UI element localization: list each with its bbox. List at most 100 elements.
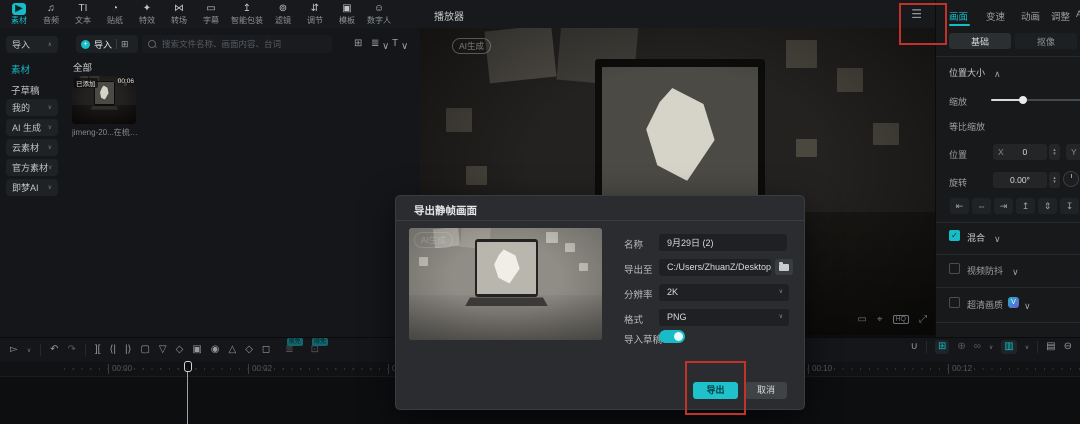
subtab-cutout[interactable]: 抠像 xyxy=(1015,33,1077,49)
divider xyxy=(1037,341,1038,353)
chevron-down-icon: ∨ xyxy=(989,344,993,351)
divider xyxy=(116,39,117,49)
align-top-icon[interactable]: ↥ xyxy=(1016,198,1035,214)
browse-folder-button[interactable] xyxy=(775,259,793,275)
player-menu-icon[interactable]: ☰ xyxy=(911,7,922,21)
sidebar-item-material[interactable]: 素材 xyxy=(11,62,30,76)
trim-left-icon[interactable]: ⟨| xyxy=(109,345,116,355)
format-select[interactable]: PNG ∨ xyxy=(659,309,789,326)
toolbar-item-transitions[interactable]: ⋈转场 xyxy=(164,3,194,25)
chroma-key-icon[interactable]: ◇ xyxy=(176,345,184,355)
toolbar-item-sticker[interactable]: ◔贴纸 xyxy=(100,3,130,25)
mirror-icon[interactable]: △ xyxy=(229,345,237,355)
resolution-select[interactable]: 2K ∨ xyxy=(659,284,789,301)
export-path-field[interactable]: C:/Users/ZhuanZ/Desktop/202... xyxy=(659,259,771,276)
ratio-crop-icon[interactable]: ◻ xyxy=(262,345,270,355)
media-clip-thumbnail[interactable]: 已添加 00:06 xyxy=(72,76,136,124)
tab-ai[interactable]: AI xyxy=(1076,9,1080,20)
zoom-out-icon[interactable]: ⊖ xyxy=(1064,342,1072,352)
fullscreen-icon[interactable]: ⤢ xyxy=(919,314,927,325)
linkage-icon[interactable]: ∞ xyxy=(974,342,981,352)
toolbar-item-filters[interactable]: ⊚滤镜 xyxy=(268,3,298,25)
sidebar-item-mine[interactable]: 我的∨ xyxy=(6,99,58,116)
stabilize-checkbox[interactable] xyxy=(949,263,960,274)
search-input[interactable] xyxy=(160,38,326,50)
undo-icon[interactable]: ↶ xyxy=(50,345,58,355)
align-center-vertical-icon[interactable]: ⇕ xyxy=(1038,198,1057,214)
smart-captions-icon[interactable]: ≣限免 xyxy=(285,345,293,355)
ai-edit-icon[interactable]: ⊡限免 xyxy=(311,345,319,355)
ruler-label: 00:12 xyxy=(948,364,972,374)
import-button[interactable]: + 导入 ⊞ xyxy=(76,35,138,53)
align-left-icon[interactable]: ⇤ xyxy=(950,198,969,214)
import-source-dropdown[interactable]: 导入∧ xyxy=(6,36,58,53)
import-draft-toggle[interactable] xyxy=(659,330,685,343)
delete-icon[interactable]: ▢ xyxy=(140,345,149,355)
chevron-down-icon: ∨ xyxy=(48,164,52,171)
main-track-magnet-icon[interactable]: ⊞ xyxy=(935,340,949,354)
player-title: 播放器 xyxy=(434,8,464,23)
all-filter-tab[interactable]: 全部 xyxy=(73,60,92,74)
mask-icon[interactable]: ▽ xyxy=(159,345,167,355)
scale-slider[interactable] xyxy=(991,99,1080,101)
tab-animation[interactable]: 动画 xyxy=(1021,9,1040,23)
sidebar-item-ai-generate[interactable]: AI 生成∨ xyxy=(6,119,58,136)
toolbar-item-effects[interactable]: ✦特效 xyxy=(132,3,162,25)
align-center-horizontal-icon[interactable]: ⇔ xyxy=(972,198,991,214)
uhd-checkbox[interactable] xyxy=(949,297,960,308)
chevron-down-icon: ∨ xyxy=(48,104,52,111)
cancel-button[interactable]: 取消 xyxy=(745,382,787,399)
rotation-stepper[interactable]: ▴▾ xyxy=(1049,172,1060,188)
section-position-size[interactable]: 位置大小 xyxy=(949,66,985,79)
crop-icon[interactable]: ▣ xyxy=(192,345,201,355)
toolbar-item-digital-human[interactable]: ☺数字人 xyxy=(364,3,394,25)
redo-icon[interactable]: ↷ xyxy=(68,345,76,355)
split-icon[interactable]: ][ xyxy=(95,345,101,355)
rotation-field[interactable]: 0.00° xyxy=(993,172,1047,188)
microphone-icon[interactable]: ∪ xyxy=(911,342,918,352)
sidebar-item-official[interactable]: 官方素材∨ xyxy=(6,159,58,176)
toolbar-item-smart-package[interactable]: ↥智能包装 xyxy=(228,3,266,25)
blend-checkbox[interactable]: ✓ xyxy=(949,230,960,241)
reverse-icon[interactable]: ◉ xyxy=(211,345,220,355)
rotation-dial[interactable] xyxy=(1063,171,1079,187)
divider xyxy=(40,344,41,356)
toolbar-item-captions[interactable]: ▭字幕 xyxy=(196,3,226,25)
position-y-field[interactable]: Y xyxy=(1066,144,1080,160)
export-name-input[interactable] xyxy=(659,234,787,251)
split-view-icon[interactable]: ▤ xyxy=(1046,342,1055,352)
track-display-icon[interactable]: ▥ xyxy=(1001,340,1016,354)
select-tool-icon[interactable]: ▻ xyxy=(10,345,18,355)
toolbar-item-adjust[interactable]: ⇵调节 xyxy=(300,3,330,25)
tab-adjust[interactable]: 调整 xyxy=(1051,9,1070,23)
snapshot-icon[interactable]: ⌖ xyxy=(877,314,883,325)
tab-picture[interactable]: 画面 xyxy=(949,9,968,23)
export-button[interactable]: 导出 xyxy=(693,382,738,399)
trim-right-icon[interactable]: |⟩ xyxy=(125,345,132,355)
toolbar-item-text[interactable]: TI文本 xyxy=(68,3,98,25)
quality-icon[interactable]: HQ xyxy=(893,315,910,324)
sidebar-item-cloud[interactable]: 云素材∨ xyxy=(6,139,58,156)
subtab-basic[interactable]: 基础 xyxy=(949,33,1011,49)
slider-thumb[interactable] xyxy=(1019,96,1027,104)
name-label: 名称 xyxy=(624,237,643,251)
toolbar-item-audio[interactable]: ♫音频 xyxy=(36,3,66,25)
grid-view-icon[interactable]: ⊞ xyxy=(354,38,362,49)
sidebar-item-jimeng-ai[interactable]: 即梦AI∨ xyxy=(6,179,58,196)
rotate-icon[interactable]: ◇ xyxy=(245,345,253,355)
sort-icon[interactable]: ≣ xyxy=(371,38,379,49)
toolbar-item-media[interactable]: ▶素材 xyxy=(4,3,34,25)
ratio-icon[interactable]: ▭ xyxy=(857,314,866,325)
position-x-field[interactable]: X0 xyxy=(993,144,1047,160)
filter-icon[interactable]: T xyxy=(392,38,398,49)
align-bottom-icon[interactable]: ↧ xyxy=(1060,198,1079,214)
import-mode-grid-icon[interactable]: ⊞ xyxy=(121,39,129,50)
position-x-stepper[interactable]: ▴▾ xyxy=(1049,144,1060,160)
align-right-icon[interactable]: ⇥ xyxy=(994,198,1013,214)
sidebar-item-subdraft[interactable]: 子草稿 xyxy=(11,83,40,97)
playhead-handle[interactable] xyxy=(184,361,192,372)
tab-speed[interactable]: 变速 xyxy=(986,9,1005,23)
inspector-panel: 画面 变速 动画 调整 AI 基础 抠像 位置大小 ∧ 缩放 等比缩放 位置 X… xyxy=(935,0,1080,337)
auto-snap-icon[interactable]: ⊕ xyxy=(957,342,965,352)
toolbar-item-templates[interactable]: ▣模板 xyxy=(332,3,362,25)
